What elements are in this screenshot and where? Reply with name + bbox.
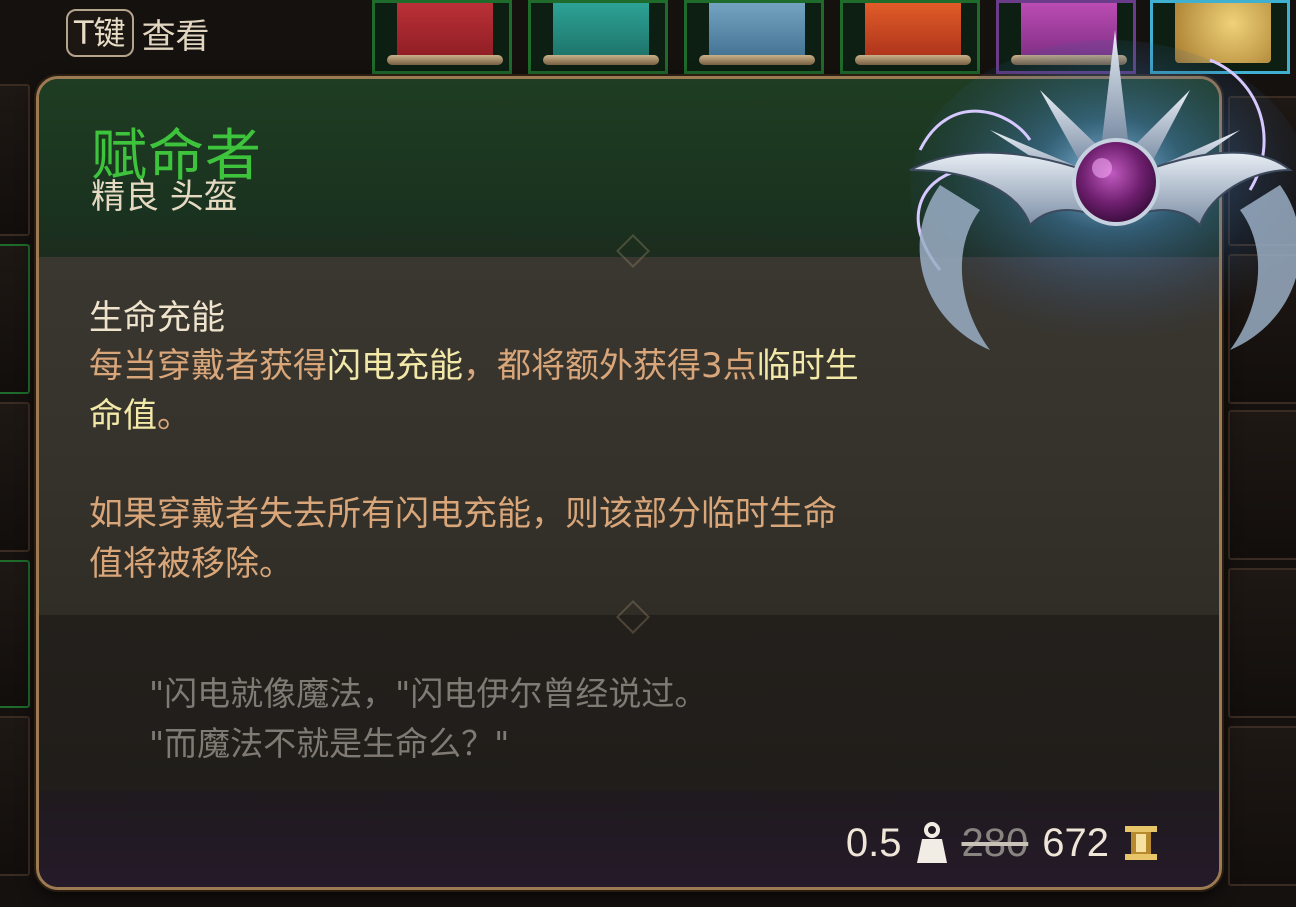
- inventory-slot[interactable]: [0, 402, 30, 552]
- inventory-slot[interactable]: [0, 716, 30, 876]
- flavor-text: "闪电就像魔法，"闪电伊尔曾经说过。 "而魔法不就是生命么？": [149, 669, 707, 769]
- inventory-slot[interactable]: [1228, 410, 1296, 560]
- temp-hp-keyword[interactable]: 临时生: [757, 346, 859, 386]
- gold-icon: [1123, 824, 1159, 862]
- inventory-slot-scroll[interactable]: [684, 0, 824, 74]
- view-hint[interactable]: T键 查看: [66, 6, 210, 60]
- item-stats: 0.5 280 672: [846, 817, 1159, 869]
- item-portrait: [880, 20, 1296, 400]
- temp-hp-keyword[interactable]: 命值: [89, 396, 157, 436]
- passive-text: 值将被移除。: [89, 544, 293, 584]
- inventory-slot[interactable]: [0, 244, 30, 394]
- item-rarity-type: 精良 头盔: [91, 177, 238, 217]
- inventory-slot[interactable]: [1228, 568, 1296, 718]
- scroll-rod: [543, 55, 659, 65]
- inventory-slot[interactable]: [1228, 726, 1296, 886]
- passive-text: 每当穿戴者获得: [89, 346, 327, 386]
- scroll-icon: [397, 3, 493, 63]
- scroll-rod: [699, 55, 815, 65]
- view-hint-label: 查看: [141, 16, 210, 57]
- inventory-slot-scroll[interactable]: [528, 0, 668, 74]
- inventory-slot[interactable]: [0, 84, 30, 236]
- flavor-line: "而魔法不就是生命么？": [149, 724, 510, 763]
- item-price: 672: [1042, 820, 1109, 865]
- passive-text: 如果穿戴者失去所有闪电充能，则该部分临时生命: [89, 494, 837, 534]
- passive-description-2: 如果穿戴者失去所有闪电充能，则该部分临时生命 值将被移除。: [89, 489, 1089, 589]
- inventory-slot-scroll[interactable]: [372, 0, 512, 74]
- lightning-charge-keyword[interactable]: 闪电充能: [327, 346, 463, 386]
- original-price: 280: [961, 820, 1029, 865]
- scroll-icon: [709, 3, 805, 63]
- item-weight: 0.5: [845, 820, 902, 865]
- circlet-helmet-icon: [909, 30, 1296, 350]
- scroll-icon: [553, 3, 649, 63]
- inventory-slot[interactable]: [0, 560, 30, 708]
- t-key-icon: T键: [66, 9, 134, 57]
- weight-icon: [916, 821, 948, 865]
- passive-text: ，都将额外获得3点: [463, 346, 757, 386]
- scroll-rod: [387, 55, 503, 65]
- passive-text: 。: [157, 396, 191, 436]
- flavor-line: "闪电就像魔法，"闪电伊尔曾经说过。: [149, 674, 708, 713]
